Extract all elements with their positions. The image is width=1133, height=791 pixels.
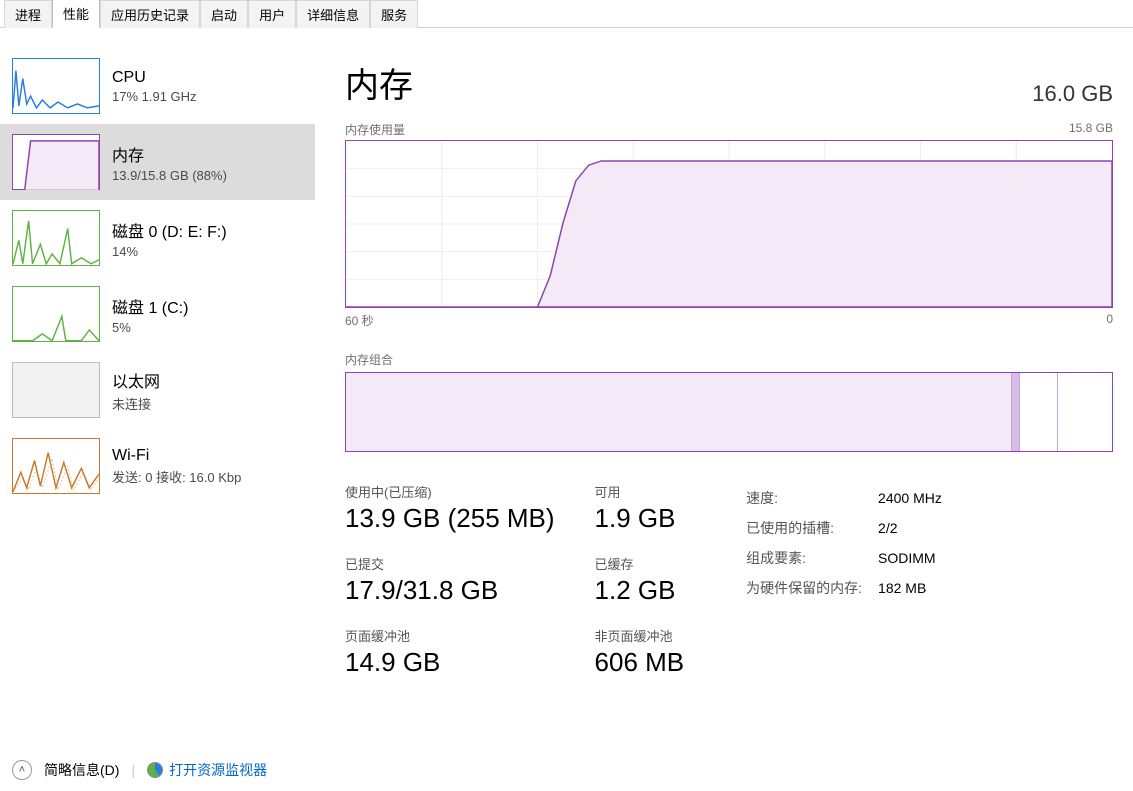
performance-detail: 内存 16.0 GB 内存使用量 15.8 GB [315,28,1133,749]
tab-processes[interactable]: 进程 [4,0,52,28]
stat-paged: 页面缓冲池 14.9 GB [345,626,555,678]
tab-details[interactable]: 详细信息 [296,0,370,28]
disk-sparkline-icon [12,210,100,266]
tab-performance[interactable]: 性能 [52,0,100,28]
composition-free [1058,373,1112,451]
sidebar-item-sub: 5% [112,320,303,335]
tab-strip: 进程 性能 应用历史记录 启动 用户 详细信息 服务 [0,0,1133,28]
disk-sparkline-icon [12,286,100,342]
memory-specs: 速度: 2400 MHz 已使用的插槽: 2/2 组成要素: SODIMM 为硬… [744,482,958,678]
spec-reserved-value: 182 MB [878,574,956,602]
sidebar-item-cpu[interactable]: CPU 17% 1.91 GHz [0,48,315,124]
chart-label-left: 内存使用量 [345,121,405,138]
stat-nonpaged: 非页面缓冲池 606 MB [595,626,685,678]
memory-sparkline-icon [12,134,100,190]
stat-value: 14.9 GB [345,647,555,678]
composition-standby [1020,373,1058,451]
spec-reserved-label: 为硬件保留的内存: [746,574,876,602]
spec-slots-value: 2/2 [878,514,956,542]
sidebar-item-disk-1[interactable]: 磁盘 1 (C:) 5% [0,276,315,352]
spec-form-label: 组成要素: [746,544,876,572]
memory-usage-chart [345,140,1113,308]
open-resmon-label: 打开资源监视器 [169,760,267,780]
stat-value: 606 MB [595,647,685,678]
memory-total: 16.0 GB [1032,81,1113,107]
stat-label: 已提交 [345,554,555,573]
stat-value: 1.2 GB [595,575,685,606]
chevron-up-icon[interactable]: ˄ [12,760,32,780]
spec-speed-label: 速度: [746,484,876,512]
fewer-details-link[interactable]: 简略信息(D) [44,760,119,780]
sidebar-item-sub: 13.9/15.8 GB (88%) [112,168,303,183]
tab-app-history[interactable]: 应用历史记录 [100,0,200,28]
chart-label-right: 15.8 GB [1069,121,1113,138]
stat-label: 页面缓冲池 [345,626,555,645]
sidebar-item-label: 以太网 [112,368,303,392]
open-resource-monitor-link[interactable]: 打开资源监视器 [147,760,267,780]
sidebar-item-sub: 17% 1.91 GHz [112,89,303,104]
sidebar-item-ethernet[interactable]: 以太网 未连接 [0,352,315,428]
sidebar-item-memory[interactable]: 内存 13.9/15.8 GB (88%) [0,124,315,200]
wifi-sparkline-icon [12,438,100,494]
sidebar-item-wifi[interactable]: Wi-Fi 发送: 0 接收: 16.0 Kbp [0,428,315,504]
tab-startup[interactable]: 启动 [200,0,248,28]
stat-label: 使用中(已压缩) [345,482,555,501]
separator: | [131,762,135,778]
stat-value: 1.9 GB [595,503,685,534]
page-title: 内存 [345,58,413,107]
stat-label: 已缓存 [595,554,685,573]
sidebar-item-label: Wi-Fi [112,447,303,465]
spec-form-value: SODIMM [878,544,956,572]
spec-slots-label: 已使用的插槽: [746,514,876,542]
composition-in-use [346,373,1012,451]
stat-label: 可用 [595,482,685,501]
chart-x-right: 0 [1106,312,1113,329]
tab-users[interactable]: 用户 [248,0,296,28]
stat-label: 非页面缓冲池 [595,626,685,645]
chart-x-left: 60 秒 [345,312,374,329]
sidebar-item-sub: 未连接 [112,394,303,413]
performance-sidebar: CPU 17% 1.91 GHz 内存 13.9/15.8 GB (88%) 磁… [0,28,315,749]
sidebar-item-sub: 发送: 0 接收: 16.0 Kbp [112,467,303,486]
ethernet-sparkline-icon [12,362,100,418]
fewer-details-label: 简略信息(D) [44,760,119,780]
spec-speed-value: 2400 MHz [878,484,956,512]
sidebar-item-label: CPU [112,69,303,87]
resource-monitor-icon [147,762,163,778]
cpu-sparkline-icon [12,58,100,114]
stat-value: 17.9/31.8 GB [345,575,555,606]
stat-value: 13.9 GB (255 MB) [345,503,555,534]
tab-services[interactable]: 服务 [370,0,418,28]
footer-bar: ˄ 简略信息(D) | 打开资源监视器 [0,749,1133,791]
sidebar-item-sub: 14% [112,244,303,259]
sidebar-item-label: 内存 [112,142,303,166]
stat-available: 可用 1.9 GB [595,482,685,534]
stat-in-use: 使用中(已压缩) 13.9 GB (255 MB) [345,482,555,534]
memory-composition-bar [345,372,1113,452]
sidebar-item-label: 磁盘 1 (C:) [112,294,303,318]
composition-label: 内存组合 [345,351,1113,368]
composition-modified [1012,373,1020,451]
sidebar-item-disk-0[interactable]: 磁盘 0 (D: E: F:) 14% [0,200,315,276]
stat-cached: 已缓存 1.2 GB [595,554,685,606]
stat-committed: 已提交 17.9/31.8 GB [345,554,555,606]
sidebar-item-label: 磁盘 0 (D: E: F:) [112,218,303,242]
